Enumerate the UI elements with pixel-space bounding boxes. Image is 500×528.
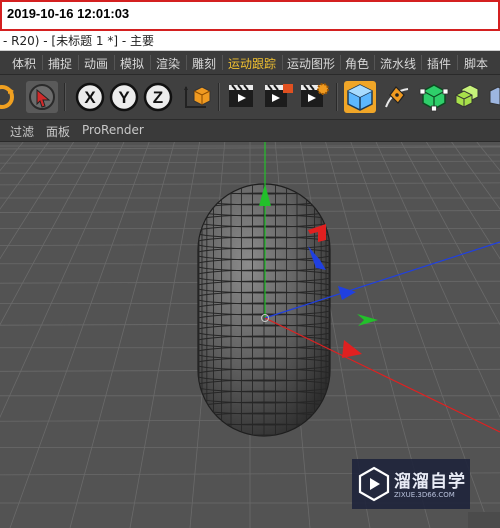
toolbar-separator bbox=[64, 83, 66, 111]
z-axis-lock-button[interactable]: Z bbox=[142, 81, 174, 113]
viewport-menu-prorender[interactable]: ProRender bbox=[82, 123, 144, 137]
pen-spline-icon bbox=[385, 86, 409, 108]
watermark: 溜溜自学 ZIXUE.3D66.COM bbox=[352, 459, 470, 509]
x-axis-label: X bbox=[84, 88, 96, 107]
rotate-tool-icon bbox=[0, 85, 14, 109]
menu-item-plugins[interactable]: 插件 bbox=[427, 55, 451, 72]
window-title: - R20) - [未标题 1 *] - 主要 bbox=[3, 34, 154, 48]
toolbar-separator bbox=[218, 83, 220, 111]
coordinate-system-icon bbox=[184, 86, 211, 108]
viewport-corner bbox=[468, 512, 500, 528]
viewport-menu-filter[interactable]: 过滤 bbox=[10, 123, 34, 140]
menu-item-pipeline[interactable]: 流水线 bbox=[380, 55, 416, 72]
render-view-icon bbox=[229, 84, 253, 107]
more-tools-button[interactable] bbox=[488, 81, 500, 113]
more-icon bbox=[489, 86, 500, 106]
menu-item-motion-tracking[interactable]: 运动跟踪 bbox=[228, 55, 276, 72]
menu-separator bbox=[340, 55, 341, 70]
render-settings-icon bbox=[301, 83, 329, 107]
cloner-icon bbox=[455, 84, 479, 108]
viewport-menu-panel[interactable]: 面板 bbox=[46, 123, 70, 140]
render-settings-button[interactable] bbox=[298, 81, 330, 113]
menu-separator bbox=[42, 55, 43, 70]
menu-item-script[interactable]: 脚本 bbox=[464, 55, 488, 72]
live-selection-button[interactable] bbox=[26, 81, 58, 113]
coordinate-system-button[interactable] bbox=[180, 81, 212, 113]
viewport-menubar: 过滤 面板 ProRender bbox=[0, 120, 500, 142]
cube-primitive-icon bbox=[347, 84, 373, 111]
render-view-button[interactable] bbox=[226, 81, 258, 113]
y-axis-lock-icon: Y bbox=[109, 82, 139, 112]
menu-separator bbox=[78, 55, 79, 70]
capsule-object[interactable] bbox=[194, 172, 334, 452]
y-axis-lock-button[interactable]: Y bbox=[108, 81, 140, 113]
pen-spline-button[interactable] bbox=[382, 81, 414, 113]
render-picture-viewer-button[interactable] bbox=[262, 81, 294, 113]
window-titlebar: - R20) - [未标题 1 *] - 主要 bbox=[0, 31, 500, 51]
menu-separator bbox=[421, 55, 422, 70]
watermark-logo-icon bbox=[358, 466, 390, 502]
x-axis-arrow bbox=[342, 340, 362, 358]
menu-item-mograph[interactable]: 运动图形 bbox=[287, 55, 335, 72]
rotate-tool-button[interactable] bbox=[0, 81, 18, 113]
menu-separator bbox=[282, 55, 283, 70]
z-axis-label: Z bbox=[153, 88, 163, 107]
menu-item-volume[interactable]: 体积 bbox=[12, 55, 36, 72]
x-axis-lock-icon: X bbox=[75, 82, 105, 112]
menu-separator bbox=[374, 55, 375, 70]
menu-separator bbox=[222, 55, 223, 70]
menu-item-render[interactable]: 渲染 bbox=[156, 55, 180, 72]
render-to-picture-viewer-icon bbox=[265, 84, 293, 107]
timestamp-box: 2019-10-16 12:01:03 bbox=[0, 0, 500, 31]
menu-item-animate[interactable]: 动画 bbox=[84, 55, 108, 72]
toolbar-separator bbox=[336, 83, 338, 111]
timestamp-text: 2019-10-16 12:01:03 bbox=[7, 6, 130, 21]
main-menubar: 体积 捕捉 动画 模拟 渲染 雕刻 运动跟踪 运动图形 角色 流水线 插件 脚本 bbox=[0, 51, 500, 75]
cloner-button[interactable] bbox=[452, 81, 484, 113]
menu-separator bbox=[457, 55, 458, 70]
live-selection-icon bbox=[29, 84, 55, 110]
menu-separator bbox=[186, 55, 187, 70]
subdivision-surface-button[interactable] bbox=[418, 81, 450, 113]
z-axis-arrow bbox=[338, 286, 356, 300]
y-axis-label: Y bbox=[118, 88, 130, 107]
menu-separator bbox=[114, 55, 115, 70]
menu-item-sculpt[interactable]: 雕刻 bbox=[192, 55, 216, 72]
main-toolbar: X Y Z bbox=[0, 75, 500, 120]
menu-item-snap[interactable]: 捕捉 bbox=[48, 55, 72, 72]
z-axis-lock-icon: Z bbox=[143, 82, 173, 112]
menu-separator bbox=[150, 55, 151, 70]
watermark-url: ZIXUE.3D66.COM bbox=[394, 491, 455, 499]
x-axis-lock-button[interactable]: X bbox=[74, 81, 106, 113]
watermark-text: 溜溜自学 bbox=[394, 472, 466, 492]
cube-primitive-button[interactable] bbox=[344, 81, 376, 113]
subdivision-surface-icon bbox=[419, 84, 449, 112]
menu-item-simulate[interactable]: 模拟 bbox=[120, 55, 144, 72]
menu-item-character[interactable]: 角色 bbox=[345, 55, 369, 72]
